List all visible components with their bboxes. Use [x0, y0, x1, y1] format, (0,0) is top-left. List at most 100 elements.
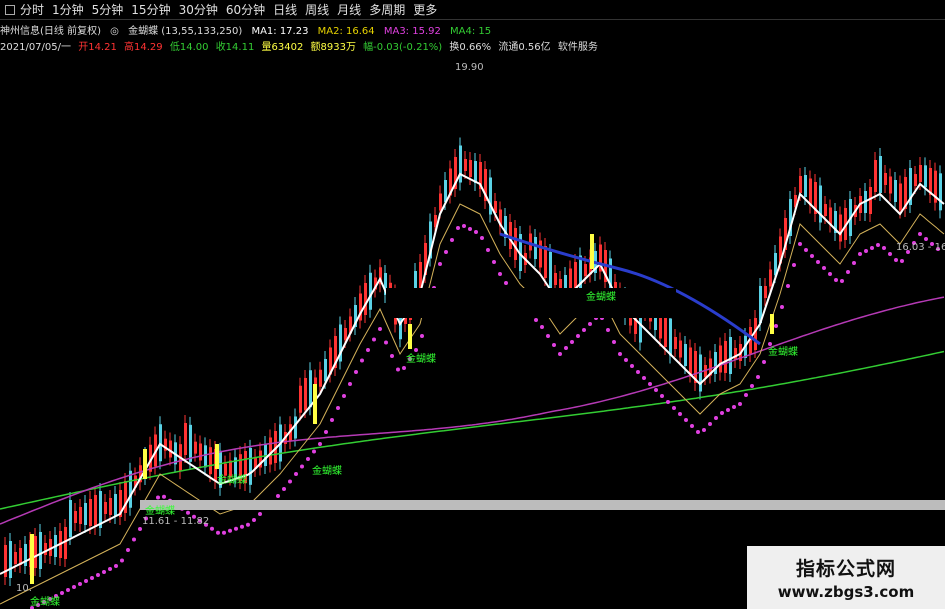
candle-body: [189, 424, 192, 462]
period-60min[interactable]: 60分钟: [222, 1, 269, 18]
signal-dot: [900, 259, 904, 263]
candle-body: [194, 441, 197, 454]
signal-dot: [390, 354, 394, 358]
ma4-value: MA4: 15: [450, 26, 492, 37]
signal-dot: [552, 343, 556, 347]
signal-dot: [732, 405, 736, 409]
signal-dot: [924, 237, 928, 241]
candle-body: [734, 348, 737, 360]
signal-dot: [582, 328, 586, 332]
candle-body: [319, 369, 322, 387]
candle-body: [554, 273, 557, 285]
candle-body: [899, 183, 902, 211]
signal-dot: [678, 412, 682, 416]
signal-dot: [96, 573, 100, 577]
candle-body: [579, 255, 582, 293]
signal-dot: [324, 430, 328, 434]
period-intraday[interactable]: 分时: [18, 1, 48, 18]
signal-dot: [132, 537, 136, 542]
candle-body: [719, 345, 722, 373]
signal-dot: [636, 370, 640, 374]
signal-dot: [798, 242, 802, 246]
signal-dot: [588, 322, 592, 326]
signal-dot: [720, 411, 724, 415]
chart-toggle-icon[interactable]: [5, 4, 15, 15]
signal-dot: [702, 428, 706, 432]
period-daily[interactable]: 日线: [269, 1, 301, 18]
candle-body: [74, 511, 77, 523]
candle-body: [674, 337, 677, 349]
signal-dot: [828, 272, 832, 276]
settings-icon[interactable]: ◎: [110, 26, 119, 37]
right-range-label: 16.03 - 16: [896, 242, 945, 253]
signal-dot: [378, 327, 382, 331]
signal-dot: [330, 418, 334, 422]
candle-body: [14, 552, 17, 564]
signal-dot: [624, 358, 628, 362]
signal-dot: [570, 340, 574, 344]
period-multi[interactable]: 多周期: [365, 1, 409, 18]
candle-body: [889, 176, 892, 194]
candle-body: [839, 214, 842, 242]
signal-dot: [450, 238, 454, 242]
candle-body: [544, 246, 547, 278]
signal-dot: [186, 510, 190, 515]
signal-dot: [606, 328, 610, 332]
signal-dot: [648, 382, 652, 386]
indicator-name[interactable]: 金蝴蝶: [128, 26, 158, 37]
signal-dot: [114, 564, 118, 568]
signal-label-5: 金蝴蝶: [406, 354, 436, 365]
signal-dot: [762, 360, 766, 364]
period-more[interactable]: 更多: [409, 1, 441, 18]
ma1-value: MA1: 17.23: [251, 26, 309, 37]
signal-dot: [240, 524, 244, 529]
candle-body: [534, 237, 537, 259]
quote-amount: 额8933万: [310, 42, 356, 53]
signal-dot: [666, 400, 670, 404]
candle-body: [439, 193, 442, 211]
signal-dot: [282, 487, 286, 491]
period-weekly[interactable]: 周线: [301, 1, 333, 18]
period-5min[interactable]: 5分钟: [88, 1, 128, 18]
candle-body: [129, 470, 132, 508]
period-monthly[interactable]: 月线: [333, 1, 365, 18]
signal-dot: [72, 585, 76, 589]
signal-label-2: 金蝴蝶: [145, 506, 175, 517]
signal-dot: [336, 406, 340, 410]
candle-body: [939, 173, 942, 211]
signal-dot: [534, 318, 538, 322]
signal-dot: [468, 227, 472, 231]
signal-dot: [444, 250, 448, 254]
signal-dot: [780, 305, 784, 309]
signal-bar: [313, 384, 317, 424]
signal-dot: [786, 284, 790, 288]
signal-dot: [420, 334, 424, 338]
candle-body: [684, 344, 687, 366]
ma4-line: [0, 350, 945, 510]
quote-low: 低14.00: [169, 42, 209, 53]
ma1-line: [0, 172, 945, 575]
period-30min[interactable]: 30分钟: [175, 1, 222, 18]
signal-dot: [342, 394, 346, 398]
period-1min[interactable]: 1分钟: [48, 1, 88, 18]
ma2-line: [0, 203, 945, 605]
quote-market-cap: 流通0.56亿: [498, 42, 551, 53]
signal-dot: [276, 494, 280, 498]
candle-body: [64, 527, 67, 559]
signal-dot: [630, 364, 634, 368]
candle-body: [209, 447, 212, 475]
quote-change: 幅-0.03(-0.21%): [363, 42, 443, 53]
signal-dot: [858, 252, 862, 256]
peak-price-label: 19.90: [455, 62, 484, 73]
candle-body: [679, 340, 682, 358]
candle-body: [894, 180, 897, 202]
signal-dot: [864, 249, 868, 253]
candle-body: [584, 264, 587, 276]
signal-label-1: 金蝴蝶: [30, 597, 60, 608]
signal-dot: [360, 358, 364, 363]
signal-dot: [840, 279, 844, 283]
period-15min[interactable]: 15分钟: [127, 1, 174, 18]
candle-body: [109, 498, 112, 515]
candle-body: [869, 187, 872, 214]
signal-bar: [590, 234, 594, 269]
